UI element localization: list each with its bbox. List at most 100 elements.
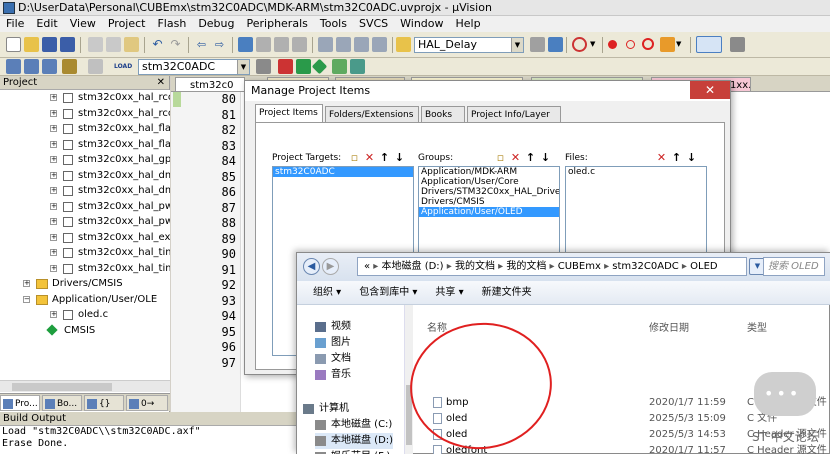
unindent-icon[interactable] <box>336 37 351 52</box>
expand-icon[interactable]: + <box>50 109 57 117</box>
nav-drive-d[interactable]: 本地磁盘 (D:) <box>315 433 394 449</box>
tree-item[interactable]: + stm32c0xx_hal_exti <box>0 230 170 246</box>
menu-view[interactable]: View <box>64 16 102 32</box>
cut-icon[interactable] <box>88 37 103 52</box>
functions-tab[interactable]: {} Fu... <box>84 395 124 425</box>
tree-item[interactable]: + Drivers/CMSIS <box>0 276 170 292</box>
find-combo[interactable]: HAL_Delay ▼ <box>414 37 524 53</box>
close-icon[interactable]: ✕ <box>690 81 730 99</box>
organize-button[interactable]: 组织 ▾ <box>297 281 350 304</box>
tree-item[interactable]: + stm32c0xx_hal_pw <box>0 214 170 230</box>
targets-list-item[interactable]: stm32C0ADC <box>273 167 413 177</box>
find-icon[interactable] <box>530 37 545 52</box>
groups-list-item[interactable]: Application/MDK-ARM <box>419 167 559 177</box>
dialog-tab[interactable]: Folders/Extensions <box>325 106 419 122</box>
groups-list-item[interactable]: Drivers/STM32C0xx_HAL_Driver <box>419 187 559 197</box>
move-up-icon[interactable]: ↑ <box>378 151 391 164</box>
expand-icon[interactable]: + <box>50 140 57 148</box>
forward-arrow-icon[interactable]: ▶ <box>322 258 339 275</box>
tree-item[interactable]: + stm32c0xx_hal_pw <box>0 199 170 215</box>
breakpoint-icon[interactable] <box>608 40 617 49</box>
target-options-icon[interactable] <box>256 59 271 74</box>
breadcrumb-segment[interactable]: 本地磁盘 (D:) <box>382 261 444 272</box>
tree-item[interactable]: + stm32c0xx_hal_tim <box>0 245 170 261</box>
nav-documents[interactable]: 文档 <box>315 351 351 367</box>
move-down-icon[interactable]: ↓ <box>685 151 698 164</box>
breadcrumb-segment[interactable]: 我的文档 <box>455 261 495 272</box>
templates-tab[interactable]: 0→ Te... <box>126 395 168 425</box>
new-folder-button[interactable]: 新建文件夹 <box>473 281 541 304</box>
nav-drive-c[interactable]: 本地磁盘 (C:) <box>315 417 392 433</box>
breadcrumb-segment[interactable]: CUBEmx <box>558 261 601 272</box>
tree-item[interactable]: + stm32c0xx_hal_flas <box>0 121 170 137</box>
tree-item[interactable]: + stm32c0xx_hal_tim <box>0 261 170 277</box>
chevron-down-icon[interactable]: ▼ <box>237 60 249 74</box>
menu-project[interactable]: Project <box>102 16 152 32</box>
debug-session-icon[interactable] <box>572 37 587 52</box>
rte-icon[interactable] <box>296 59 311 74</box>
expand-icon[interactable]: − <box>23 295 30 303</box>
uncomment-icon[interactable] <box>372 37 387 52</box>
dialog-tab[interactable]: Project Items <box>255 104 323 122</box>
expand-icon[interactable]: + <box>23 280 30 287</box>
tree-item[interactable]: + oled.c <box>0 307 170 323</box>
groups-list-item[interactable]: Drivers/CMSIS <box>419 197 559 207</box>
batch-build-icon[interactable] <box>62 59 77 74</box>
comment-icon[interactable] <box>354 37 369 52</box>
books-tab[interactable]: Bo... <box>42 395 82 411</box>
open-folder-icon[interactable] <box>24 37 39 52</box>
groups-list-item[interactable]: Application/User/Core <box>419 177 559 187</box>
nav-pictures[interactable]: 图片 <box>315 335 351 351</box>
breadcrumb-segment[interactable]: 我的文档 <box>506 261 546 272</box>
include-in-library-button[interactable]: 包含到库中 ▾ <box>350 281 426 304</box>
expand-icon[interactable]: + <box>50 156 57 163</box>
new-file-icon[interactable] <box>6 37 21 52</box>
disable-breakpoint-icon[interactable] <box>626 40 635 49</box>
delete-icon[interactable]: ✕ <box>509 151 522 164</box>
tree-item[interactable]: + stm32c0xx_hal_rcc <box>0 106 170 122</box>
column-header-date[interactable]: 修改日期 <box>649 319 689 334</box>
delete-icon[interactable]: ✕ <box>363 151 376 164</box>
expand-icon[interactable]: + <box>50 125 57 132</box>
move-up-icon[interactable]: ↑ <box>524 151 537 164</box>
tree-item[interactable]: − Application/User/OLE <box>0 292 170 308</box>
target-select[interactable]: stm32C0ADC ▼ <box>138 59 250 75</box>
nav-back-icon[interactable]: ⇦ <box>194 37 209 52</box>
project-hscrollbar[interactable] <box>0 380 170 392</box>
tree-item[interactable]: + stm32c0xx_hal_rcc <box>0 90 170 106</box>
nav-music[interactable]: 音乐 <box>315 367 351 383</box>
dialog-tab[interactable]: Books <box>421 106 465 122</box>
incremental-find-icon[interactable] <box>548 37 563 52</box>
nav-videos[interactable]: 视频 <box>315 319 351 335</box>
expand-icon[interactable]: + <box>50 94 57 101</box>
nav-computer[interactable]: 计算机 <box>303 401 349 417</box>
expand-icon[interactable]: + <box>50 249 57 256</box>
undo-icon[interactable]: ↶ <box>150 37 165 52</box>
menu-flash[interactable]: Flash <box>151 16 192 32</box>
find-in-files-icon[interactable] <box>396 37 411 52</box>
editor-tab[interactable]: stm32c0 <box>175 77 245 92</box>
menu-help[interactable]: Help <box>450 16 487 32</box>
tree-item[interactable]: + stm32c0xx_hal_flas <box>0 137 170 153</box>
expand-icon[interactable]: + <box>50 187 57 194</box>
expand-icon[interactable]: + <box>50 202 57 210</box>
dialog-tab[interactable]: Project Info/Layer <box>467 106 561 122</box>
close-icon[interactable]: ✕ <box>157 76 165 90</box>
scrollbar-thumb[interactable] <box>12 383 112 391</box>
move-down-icon[interactable]: ↓ <box>539 151 552 164</box>
new-icon[interactable]: ▫ <box>494 151 507 164</box>
load-flash-icon[interactable]: LOAD <box>114 59 132 74</box>
stop-build-icon[interactable] <box>88 59 103 74</box>
bookmark-icon[interactable] <box>238 37 253 52</box>
search-input[interactable]: 搜索 OLED <box>763 257 825 276</box>
menu-tools[interactable]: Tools <box>314 16 353 32</box>
indent-icon[interactable] <box>318 37 333 52</box>
address-path[interactable]: « ▸ 本地磁盘 (D:) ▸ 我的文档 ▸ 我的文档 ▸ CUBEmx ▸ s… <box>357 257 747 276</box>
delete-icon[interactable]: ✕ <box>655 151 668 164</box>
menu-svcs[interactable]: SVCS <box>353 16 394 32</box>
column-header-type[interactable]: 类型 <box>747 319 767 334</box>
copy-icon[interactable] <box>106 37 121 52</box>
expand-icon[interactable]: + <box>50 218 57 225</box>
menu-debug[interactable]: Debug <box>192 16 240 32</box>
prev-bookmark-icon[interactable] <box>256 37 271 52</box>
